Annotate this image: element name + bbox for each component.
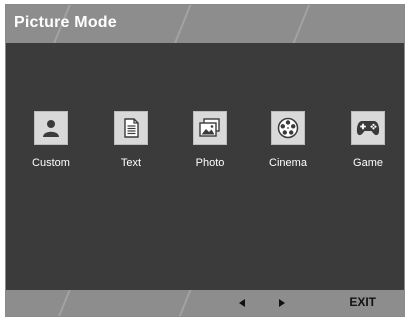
film-reel-icon xyxy=(277,117,299,139)
left-arrow-button[interactable] xyxy=(235,296,249,310)
mode-game[interactable]: Game xyxy=(333,111,403,169)
title-bar: Picture Mode xyxy=(6,5,404,43)
right-arrow-button[interactable] xyxy=(275,296,289,310)
mode-game-tile xyxy=(351,111,385,145)
mode-photo-label: Photo xyxy=(195,157,225,169)
mode-photo[interactable]: Photo xyxy=(175,111,245,169)
mode-cinema[interactable]: Cinema xyxy=(253,111,323,169)
mode-text-tile xyxy=(114,111,148,145)
mode-list: Custom Text Photo Cinema Game xyxy=(6,43,404,295)
mode-text[interactable]: Text xyxy=(96,111,166,169)
mode-cinema-tile xyxy=(271,111,305,145)
mode-game-label: Game xyxy=(353,157,383,169)
bottom-bar: EXIT xyxy=(6,290,404,316)
photo-icon xyxy=(199,118,220,137)
exit-button[interactable]: EXIT xyxy=(349,295,376,309)
person-icon xyxy=(43,120,59,137)
mode-custom-tile xyxy=(34,111,68,145)
mode-text-label: Text xyxy=(120,157,142,169)
mode-cinema-label: Cinema xyxy=(269,157,307,169)
left-arrow-icon xyxy=(239,299,245,307)
page-title: Picture Mode xyxy=(14,14,117,31)
mode-custom-label: Custom xyxy=(32,157,70,169)
right-arrow-icon xyxy=(279,299,285,307)
picture-mode-osd: Picture Mode Custom Text Photo Cinema Ga… xyxy=(5,4,405,317)
mode-photo-tile xyxy=(193,111,227,145)
gamepad-icon xyxy=(356,121,380,136)
mode-custom[interactable]: Custom xyxy=(16,111,86,169)
document-icon xyxy=(124,118,139,138)
